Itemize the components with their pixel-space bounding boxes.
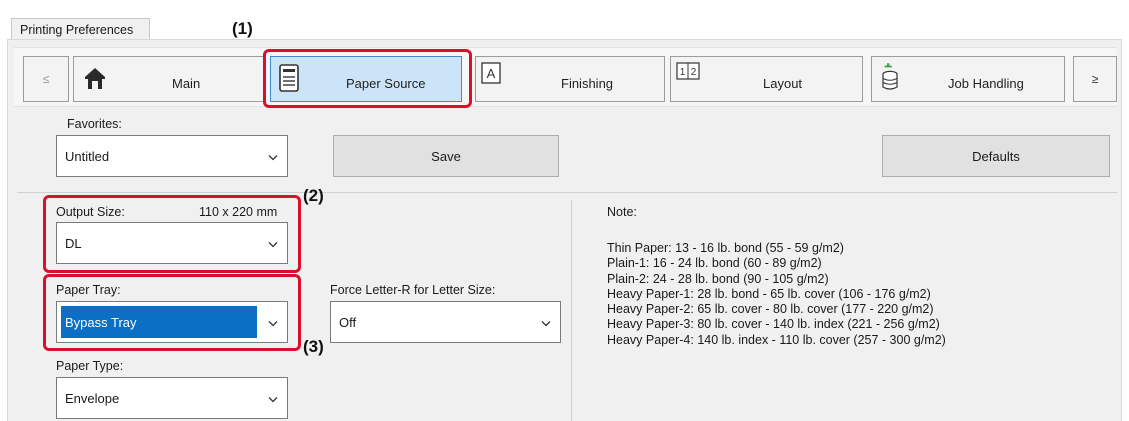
save-label: Save (431, 148, 461, 164)
tab-layout-label: Layout (763, 76, 803, 91)
note-line: Plain-1: 16 - 24 lb. bond (60 - 89 g/m2) (607, 256, 822, 271)
favorites-label: Favorites: (67, 117, 122, 131)
paper-type-value: Envelope (65, 390, 120, 406)
document-a-icon: A (481, 62, 501, 87)
stack-icon (881, 62, 899, 95)
note-line: Heavy Paper-3: 80 lb. cover - 140 lb. in… (607, 317, 940, 332)
paper-type-select[interactable]: Envelope (56, 377, 288, 419)
tab-finishing[interactable]: A Finishing (475, 56, 665, 102)
chevron-down-icon (541, 315, 551, 330)
note-line: Heavy Paper-1: 28 lb. bond - 65 lb. cove… (607, 286, 931, 301)
force-letter-label: Force Letter-R for Letter Size: (330, 283, 496, 297)
prev-tabs-button[interactable]: ≤ (23, 56, 69, 102)
layout-pages-icon: 12 (676, 62, 700, 83)
callout-2: (2) (303, 186, 324, 205)
tab-job-handling[interactable]: Job Handling (871, 56, 1065, 102)
chevron-down-icon (268, 391, 278, 406)
chevron-down-icon (268, 149, 278, 164)
section-divider (17, 192, 1117, 193)
tab-main-label: Main (172, 76, 201, 91)
note-list: Thin Paper: 13 - 16 lb. bond (55 - 59 g/… (607, 241, 946, 348)
paper-type-label: Paper Type: (56, 359, 124, 373)
force-letter-value: Off (339, 314, 357, 330)
tab-finishing-label: Finishing (561, 76, 614, 91)
note-line: Thin Paper: 13 - 16 lb. bond (55 - 59 g/… (607, 241, 844, 255)
favorites-select[interactable]: Untitled (56, 135, 288, 177)
note-title: Note: (607, 205, 637, 219)
svg-text:A: A (487, 66, 496, 81)
tab-layout[interactable]: 12 Layout (670, 56, 863, 102)
save-button[interactable]: Save (333, 135, 559, 177)
force-letter-select[interactable]: Off (330, 301, 561, 343)
next-tabs-button[interactable]: ≥ (1073, 56, 1117, 102)
next-label: ≥ (1091, 72, 1099, 86)
note-line: Plain-2: 24 - 28 lb. bond (90 - 105 g/m2… (607, 271, 829, 286)
defaults-label: Defaults (972, 148, 1020, 164)
highlight-output-size (43, 195, 301, 273)
note-line: Heavy Paper-2: 65 lb. cover - 80 lb. cov… (607, 302, 934, 317)
home-icon (82, 65, 108, 94)
callout-3: (3) (303, 337, 324, 356)
favorites-value: Untitled (65, 148, 110, 164)
highlight-paper-tray (43, 274, 301, 351)
svg-text:1: 1 (680, 67, 686, 78)
tab-main[interactable]: Main (73, 56, 264, 102)
svg-text:2: 2 (691, 67, 697, 78)
note-divider (571, 200, 572, 421)
highlight-paper-source (263, 49, 472, 108)
defaults-button[interactable]: Defaults (882, 135, 1110, 177)
prev-label: ≤ (42, 72, 50, 86)
note-line: Heavy Paper-4: 140 lb. index - 110 lb. c… (607, 332, 946, 347)
callout-1: (1) (232, 19, 253, 38)
tab-job-handling-label: Job Handling (948, 76, 1024, 91)
